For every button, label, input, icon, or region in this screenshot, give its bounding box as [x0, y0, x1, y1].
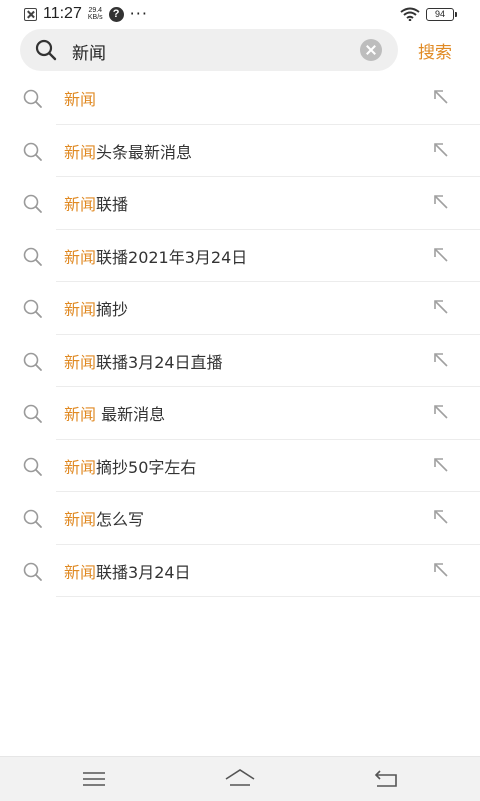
suggestion-highlight: 新闻 [64, 247, 97, 267]
status-time: 11:27 [43, 5, 82, 22]
notification-x-icon [24, 7, 37, 21]
search-icon [23, 194, 42, 213]
status-bar: 11:27 29.4 KB/s ? ··· 94 [0, 0, 480, 30]
suggestion-item[interactable]: 新闻摘抄 [0, 282, 480, 335]
fill-query-arrow-icon[interactable] [432, 298, 450, 316]
search-icon [23, 457, 42, 476]
search-icon [35, 39, 57, 61]
suggestion-rest: 摘抄 [96, 300, 129, 319]
suggestion-rest: 最新消息 [96, 405, 166, 424]
back-icon[interactable] [372, 765, 400, 793]
search-icon [23, 404, 42, 423]
navigation-bar [0, 756, 480, 801]
suggestion-item[interactable]: 新闻 最新消息 [0, 387, 480, 440]
suggestion-rest: 联播3月24日直播 [96, 352, 223, 372]
fill-query-arrow-icon[interactable] [432, 246, 450, 264]
suggestion-label: 新闻摘抄50字左右 [64, 454, 196, 478]
suggestion-highlight: 新闻 [64, 457, 97, 477]
suggestion-item[interactable]: 新闻摘抄50字左右 [0, 440, 480, 492]
fill-query-arrow-icon[interactable] [432, 351, 450, 369]
more-notifications-icon: ··· [129, 4, 148, 23]
suggestion-highlight: 新闻 [64, 142, 97, 162]
search-submit-button[interactable]: 搜索 [418, 38, 452, 63]
suggestion-highlight: 新闻 [64, 510, 97, 529]
network-speed-value: 29.4 [88, 7, 103, 14]
suggestion-label: 新闻 最新消息 [64, 401, 165, 425]
suggestion-rest: 头条最新消息 [96, 142, 193, 162]
status-right: 94 [400, 7, 457, 21]
fill-query-arrow-icon[interactable] [432, 88, 450, 106]
fill-query-arrow-icon[interactable] [432, 141, 450, 159]
suggestion-item[interactable]: 新闻 [0, 72, 480, 125]
suggestion-label: 新闻头条最新消息 [64, 139, 192, 163]
search-icon [23, 352, 42, 371]
suggestion-rest: 联播3月24日 [96, 562, 191, 582]
search-icon [23, 562, 42, 581]
status-left: 11:27 29.4 KB/s ? ··· [24, 5, 148, 23]
fill-query-arrow-icon[interactable] [432, 403, 450, 421]
suggestion-highlight: 新闻 [64, 90, 97, 109]
battery-icon: 94 [426, 7, 457, 21]
suggestion-highlight: 新闻 [64, 352, 97, 372]
suggestion-highlight: 新闻 [64, 405, 97, 424]
search-icon [23, 299, 42, 318]
clear-search-button[interactable] [360, 39, 382, 61]
suggestion-label: 新闻联播3月24日直播 [64, 349, 223, 373]
suggestion-item[interactable]: 新闻头条最新消息 [0, 125, 480, 177]
suggestion-rest: 联播2021年3月24日 [96, 247, 248, 267]
network-speed-unit: KB/s [87, 14, 103, 21]
suggestion-item[interactable]: 新闻联播3月24日 [0, 545, 480, 597]
suggestion-rest: 摘抄50字左右 [96, 457, 197, 477]
suggestion-list: 新闻 新闻头条最新消息 新闻联播 新闻联播2021年3月24日 新闻摘抄 新闻联播3月24… [0, 72, 480, 597]
suggestion-label: 新闻联播3月24日 [64, 559, 191, 583]
search-input[interactable]: 新闻 [72, 39, 106, 64]
suggestion-item[interactable]: 新闻联播3月24日直播 [0, 335, 480, 387]
suggestion-label: 新闻 [64, 86, 96, 110]
search-icon [23, 89, 42, 108]
search-icon [23, 142, 42, 161]
suggestion-highlight: 新闻 [64, 562, 97, 582]
wifi-icon [400, 7, 420, 21]
suggestion-item[interactable]: 新闻联播 [0, 177, 480, 230]
suggestion-highlight: 新闻 [64, 195, 97, 214]
suggestion-highlight: 新闻 [64, 300, 97, 319]
suggestion-label: 新闻联播 [64, 191, 128, 215]
search-icon [23, 509, 42, 528]
menu-icon[interactable] [80, 765, 108, 793]
search-bar[interactable]: 新闻 [20, 29, 398, 71]
suggestion-label: 新闻联播2021年3月24日 [64, 244, 247, 268]
suggestion-item[interactable]: 新闻怎么写 [0, 492, 480, 545]
suggestion-label: 新闻怎么写 [64, 506, 144, 530]
suggestion-rest: 联播 [96, 195, 129, 214]
suggestion-label: 新闻摘抄 [64, 296, 128, 320]
network-speed: 29.4 KB/s [88, 7, 103, 21]
divider [56, 596, 480, 597]
fill-query-arrow-icon[interactable] [432, 193, 450, 211]
fill-query-arrow-icon[interactable] [432, 561, 450, 579]
fill-query-arrow-icon[interactable] [432, 508, 450, 526]
suggestion-rest: 怎么写 [96, 510, 145, 529]
suggestion-item[interactable]: 新闻联播2021年3月24日 [0, 230, 480, 282]
battery-level: 94 [434, 9, 445, 19]
help-circle-icon: ? [108, 6, 124, 22]
fill-query-arrow-icon[interactable] [432, 456, 450, 474]
home-icon[interactable] [224, 765, 256, 793]
search-icon [23, 247, 42, 266]
